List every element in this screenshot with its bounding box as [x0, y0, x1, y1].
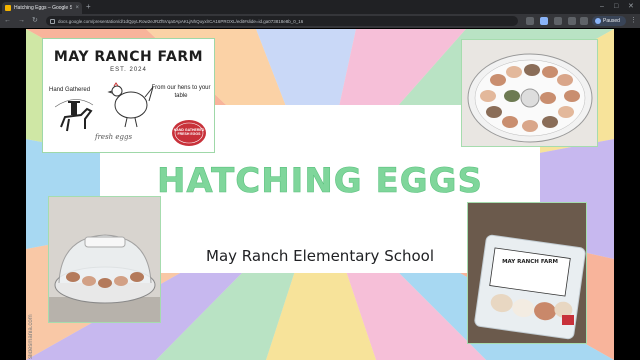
seal-text: HAND GATHERED FRESH EGGS: [173, 128, 205, 136]
logo-title: MAY RANCH FARM: [53, 49, 204, 65]
logo-script-text: fresh eggs: [95, 133, 133, 141]
profile-paused-button[interactable]: Paused: [592, 16, 626, 26]
tab-title: Hatching Eggs – Google Slid: [14, 5, 73, 11]
close-window-icon[interactable]: ✕: [628, 2, 634, 12]
carton-label: MAY RANCH FARM: [502, 259, 558, 265]
lock-icon: [50, 18, 55, 24]
slide-title: HATCHING EGGS: [156, 161, 484, 202]
browser-tab-bar: Hatching Eggs – Google Slid × + – □ ✕: [0, 0, 640, 14]
profile-status-label: Paused: [603, 18, 620, 24]
new-tab-button[interactable]: +: [86, 2, 91, 12]
extension-icon[interactable]: [540, 17, 548, 25]
logo-right-tagline: From our hens to your table: [151, 85, 211, 99]
extensions-puzzle-icon[interactable]: [580, 17, 588, 25]
incubator-dome-image: [49, 197, 160, 322]
template-credit: slidesmania.com: [28, 314, 34, 359]
logo-left-tagline: Hand Gathered: [49, 87, 91, 93]
browser-menu-icon[interactable]: ⋮: [630, 16, 637, 26]
cowboy-on-horse-icon: [55, 99, 94, 132]
egg-carton-photo: MAY RANCH FARM: [467, 202, 587, 344]
extension-icon[interactable]: [526, 17, 534, 25]
presentation-slide: HATCHING EGGS May Ranch Elementary Schoo…: [26, 29, 614, 360]
incubator-photo: [48, 196, 161, 323]
reload-icon[interactable]: ↻: [32, 16, 38, 26]
hen-icon: [107, 82, 154, 128]
extension-icon[interactable]: [568, 17, 576, 25]
minimize-icon[interactable]: –: [600, 2, 604, 12]
address-bar[interactable]: docs.google.com/presentation/d/1dQpyLRow…: [46, 16, 518, 26]
slides-favicon-icon: [5, 5, 11, 11]
avatar: [595, 18, 601, 24]
extension-icon[interactable]: [554, 17, 562, 25]
url-text: docs.google.com/presentation/d/1dQpyLRow…: [58, 18, 304, 24]
farm-logo-card: MAY RANCH FARM EST. 2024 Hand Gathered F…: [42, 38, 215, 153]
egg-carton-image: [468, 203, 586, 343]
back-icon[interactable]: ←: [4, 16, 11, 26]
browser-toolbar: ← → ↻ docs.google.com/presentation/d/1dQ…: [0, 14, 640, 28]
browser-tab[interactable]: Hatching Eggs – Google Slid ×: [2, 2, 82, 14]
maximize-icon[interactable]: □: [614, 2, 618, 12]
eggs-incubator-photo: [461, 39, 598, 147]
logo-established: EST. 2024: [110, 67, 147, 73]
close-tab-icon[interactable]: ×: [75, 5, 79, 11]
forward-icon[interactable]: →: [18, 16, 25, 26]
eggs-in-incubator-image: [462, 40, 597, 146]
